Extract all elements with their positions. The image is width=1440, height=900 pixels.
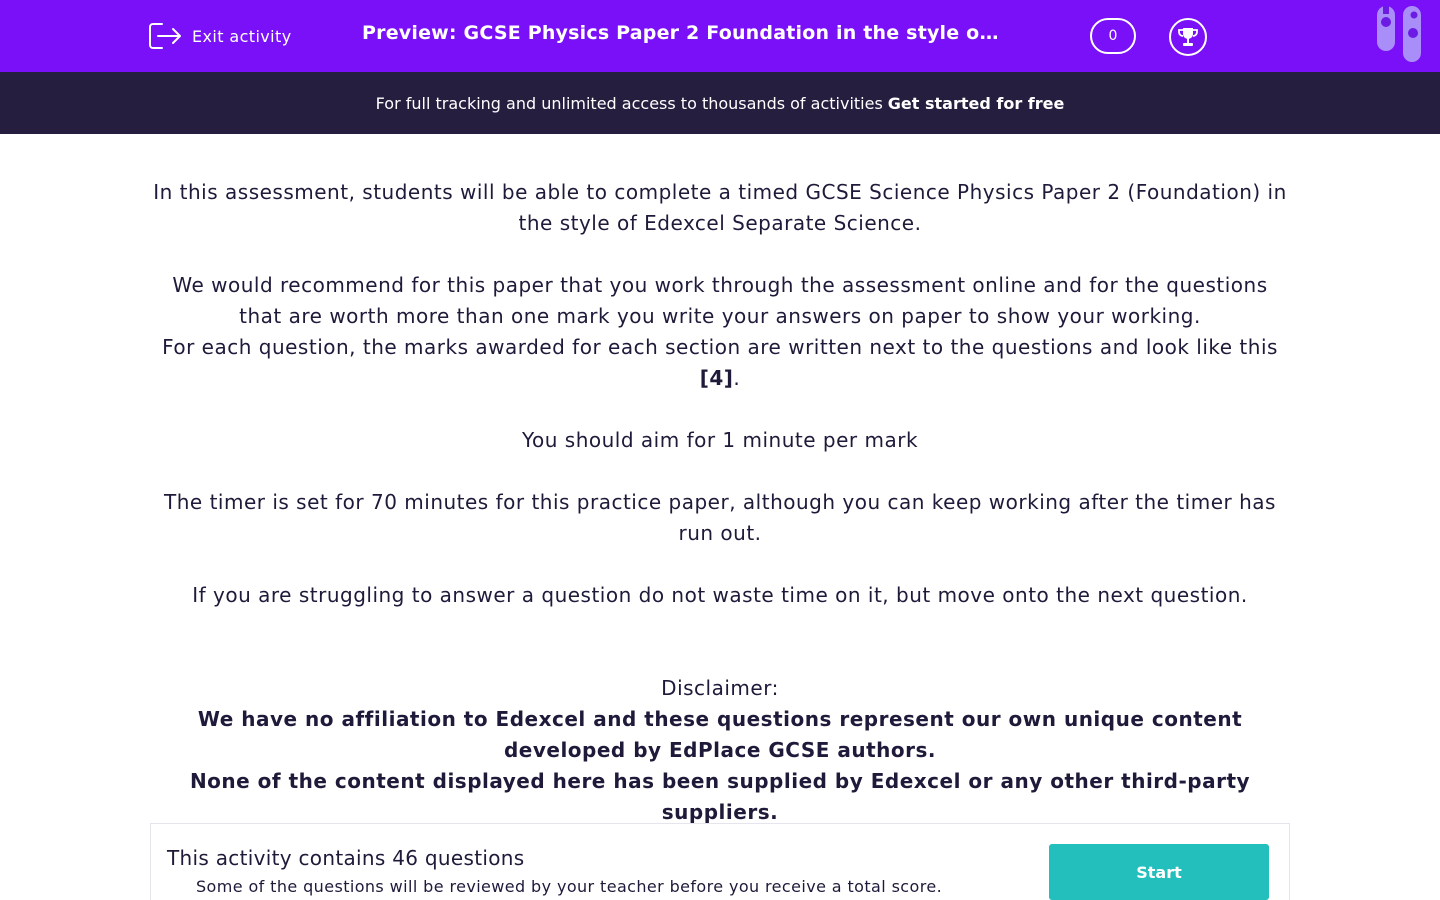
intro-paragraph-3: For each question, the marks awarded for… <box>150 332 1290 394</box>
trophy-icon <box>1178 28 1198 46</box>
activity-instructions: In this assessment, students will be abl… <box>150 177 1290 828</box>
intro-paragraph-4: You should aim for 1 minute per mark <box>521 428 919 452</box>
disclaimer-line-2: None of the content displayed here has b… <box>189 769 1251 824</box>
marks-explanation: For each question, the marks awarded for… <box>162 335 1278 359</box>
question-count: This activity contains 46 questions <box>167 846 525 870</box>
activity-title: Preview: GCSE Physics Paper 2 Foundation… <box>362 22 1002 44</box>
review-note: Some of the questions will be reviewed b… <box>196 877 943 896</box>
marks-period: . <box>733 366 741 390</box>
exit-door-icon <box>148 21 182 51</box>
promo-text: For full tracking and unlimited access t… <box>375 93 883 113</box>
disclaimer-line-1: We have no affiliation to Edexcel and th… <box>197 707 1243 762</box>
promo-banner: For full tracking and unlimited access t… <box>0 72 1440 134</box>
intro-paragraph-6: If you are struggling to answer a questi… <box>192 583 1248 607</box>
trophy-button[interactable] <box>1169 18 1207 56</box>
exit-activity-label: Exit activity <box>192 26 292 46</box>
intro-paragraph-5: The timer is set for 70 minutes for this… <box>164 490 1276 545</box>
exit-activity-button[interactable]: Exit activity <box>148 20 292 52</box>
intro-paragraph-2: We would recommend for this paper that y… <box>172 273 1268 328</box>
get-started-link[interactable]: Get started for free <box>888 94 1065 113</box>
activity-summary-card: This activity contains 46 questions Some… <box>150 823 1290 900</box>
disclaimer-heading: Disclaimer: <box>661 676 779 700</box>
edplace-logo <box>1372 0 1432 64</box>
top-bar: Exit activity Preview: GCSE Physics Pape… <box>0 0 1440 72</box>
score-badge: 0 <box>1090 18 1136 54</box>
marks-example: [4] <box>699 366 734 390</box>
start-button[interactable]: Start <box>1049 844 1269 900</box>
intro-paragraph-1: In this assessment, students will be abl… <box>153 180 1287 235</box>
